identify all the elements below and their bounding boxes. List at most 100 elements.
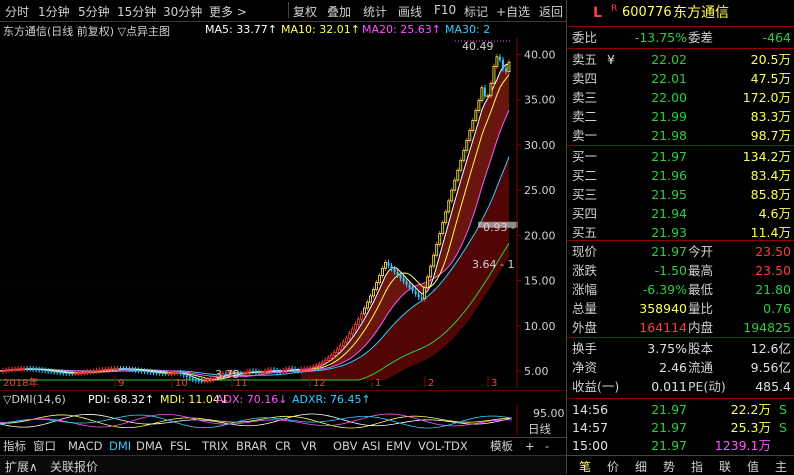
tab-cr[interactable]: CR [275, 438, 291, 455]
tab-brar[interactable]: BRAR [236, 438, 267, 455]
tick-time: 14:56 [572, 402, 609, 417]
stock-mark-sup: R [611, 4, 618, 14]
chart-header: 东方通信(日线 前复权) ▽点异主图 MA5: 33.77↑ MA10: 32.… [0, 22, 566, 38]
tab-value[interactable]: 值 [747, 458, 759, 475]
tab-dmi[interactable]: DMI [109, 438, 131, 455]
tick-price: 21.97 [651, 420, 687, 435]
tab-trix[interactable]: TRIX [202, 438, 228, 455]
stat-value: -1.50 [654, 263, 687, 278]
bid-row: 买三 21.95 85.8万 [567, 185, 794, 204]
stock-mark: L [593, 5, 602, 21]
quote-panel: L R 600776 东方通信 委比 -13.75% 委差 -464 卖五 ¥22… [566, 0, 794, 474]
kline-chart[interactable]: 40.00 35.00 30.00 25.00 20.00 15.00 10.00 5.00 2… [0, 38, 566, 388]
tab-vol-tdx[interactable]: VOL-TDX [418, 438, 468, 455]
stat-value: 358940 [639, 301, 687, 316]
stat-label: 外盘 [572, 320, 598, 335]
bid-label: 买三 [572, 187, 598, 202]
bid-row: 买二 21.96 83.4万 [567, 166, 794, 185]
tab-trend[interactable]: 势 [663, 458, 675, 475]
tab-vr[interactable]: VR [301, 438, 317, 455]
template-button[interactable]: 模板 [490, 438, 513, 455]
tick-flag: S [779, 420, 787, 435]
statistics-button[interactable]: 统计 [363, 3, 387, 20]
tab-window[interactable]: 窗口 [33, 438, 56, 455]
tick-volume: 1239.1万 [714, 438, 771, 453]
chart-title[interactable]: 东方通信(日线 前复权) ▽点异主图 [3, 23, 170, 39]
draw-line-button[interactable]: 画线 [398, 3, 422, 20]
fundamental-row: 收益(一) 0.011 PE(动) 485.4 [567, 377, 794, 396]
tab-linked[interactable]: 联 [719, 458, 731, 475]
stat-value: 0.76 [763, 301, 791, 316]
ask-row: 卖三 22.00 172.0万 [567, 88, 794, 107]
tab-asi[interactable]: ASI [362, 438, 381, 455]
stat-label: 收益(一) [572, 379, 620, 394]
tab-30min[interactable]: 30分钟 [163, 3, 202, 20]
period-daily-button[interactable]: 日线 [528, 421, 551, 438]
stat-label: 总量 [572, 301, 598, 316]
month-label: 9 [118, 378, 124, 388]
tab-trades[interactable]: 笔 [579, 458, 591, 475]
zoom-out-button[interactable]: - [545, 438, 549, 455]
tab-detail[interactable]: 细 [635, 458, 647, 475]
stat-value: 23.50 [755, 244, 791, 259]
ask-price: 21.99 [651, 109, 687, 124]
month-label: 1 [375, 378, 381, 388]
quote-stat-row: 涨幅 -6.39% 最低 21.80 [567, 280, 794, 299]
tab-1min[interactable]: 1分钟 [38, 3, 70, 20]
stat-label: 今开 [688, 244, 714, 259]
tab-index[interactable]: 指 [691, 458, 703, 475]
ask-volume: 172.0万 [742, 90, 791, 105]
f10-button[interactable]: F10 [434, 3, 456, 17]
stat-value: 194825 [743, 320, 791, 335]
zoom-in-button[interactable]: + [525, 438, 535, 455]
tab-main[interactable]: 主 [775, 458, 787, 475]
expand-button[interactable]: 扩展∧ [5, 458, 38, 475]
high-price-label: 40.49 [462, 40, 494, 53]
tab-more[interactable]: 更多 > [209, 3, 247, 20]
bid-row: 买一 21.97 134.2万 [567, 147, 794, 166]
tab-emv[interactable]: EMV [386, 438, 411, 455]
tick-row: 15:00 21.97 1239.1万 [567, 436, 794, 455]
dmi-indicator-chart[interactable]: 95.00 [0, 405, 566, 435]
tab-15min[interactable]: 15分钟 [117, 3, 156, 20]
ask-price: 22.01 [651, 71, 687, 86]
stat-label: PE(动) [688, 379, 726, 394]
indicator-tabs: 指标 窗口 MACD DMI DMA FSL TRIX BRAR CR VR OBV ASI EMV VO… [0, 422, 566, 455]
ask-mark: ¥ [607, 52, 615, 67]
stat-value: 9.56亿 [750, 360, 791, 375]
restore-rights-button[interactable]: 复权 [293, 3, 317, 20]
mark-button[interactable]: 标记 [464, 3, 488, 20]
price-tick: 20.00 [524, 229, 556, 242]
weicha-value: -464 [762, 30, 791, 45]
tab-price[interactable]: 价 [607, 458, 619, 475]
related-quote-button[interactable]: 关联报价 [50, 458, 98, 475]
add-watchlist-button[interactable]: +自选 [496, 3, 530, 20]
tab-dma[interactable]: DMA [136, 438, 163, 455]
tab-timeshare[interactable]: 分时 [5, 3, 29, 20]
bid-label: 买二 [572, 168, 598, 183]
tick-price: 21.97 [651, 402, 687, 417]
tab-fsl[interactable]: FSL [170, 438, 190, 455]
quote-stat-row: 现价 21.97 今开 23.50 [567, 242, 794, 261]
tab-index[interactable]: 指标 [3, 438, 26, 455]
price-tick: 40.00 [524, 49, 556, 62]
tick-volume: 22.2万 [730, 402, 771, 417]
stat-label: 涨跌 [572, 263, 598, 278]
ask-price: 22.00 [651, 90, 687, 105]
ma10-value: MA10: 32.01↑ [281, 23, 360, 36]
ask-volume: 47.5万 [750, 71, 791, 86]
back-button[interactable]: 返回 [539, 3, 563, 20]
tick-time: 15:00 [572, 438, 609, 453]
stock-code: 600776 [622, 5, 672, 20]
stat-label: 最低 [688, 282, 714, 297]
overlay-button[interactable]: 叠加 [327, 3, 351, 20]
ask-label: 卖四 [572, 71, 598, 86]
bid-volume: 134.2万 [742, 149, 791, 164]
tab-macd[interactable]: MACD [68, 438, 102, 455]
tab-5min[interactable]: 5分钟 [78, 3, 110, 20]
ma20-value: MA20: 25.63↑ [362, 23, 441, 36]
ask-volume: 20.5万 [750, 52, 791, 67]
year-label: 2018年 [3, 376, 38, 388]
tab-obv[interactable]: OBV [333, 438, 357, 455]
stat-label: 现价 [572, 244, 598, 259]
